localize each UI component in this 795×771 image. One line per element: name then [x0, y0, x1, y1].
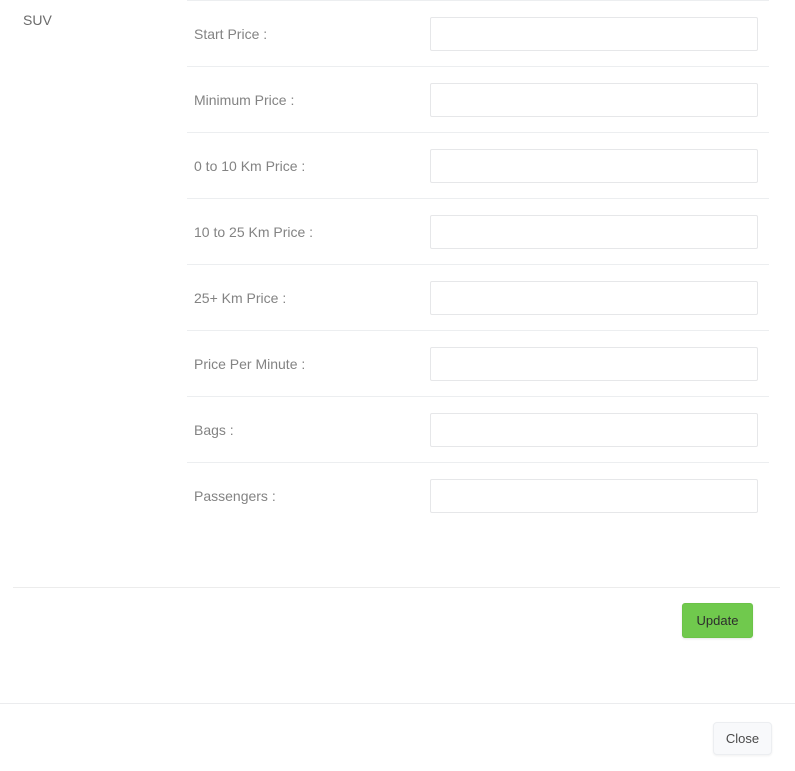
label-10-to-25-km-price: 10 to 25 Km Price : — [194, 223, 314, 240]
label-passengers: Passengers : — [194, 487, 276, 504]
form-row-minimum-price: Minimum Price : — [187, 66, 769, 132]
update-button[interactable]: Update — [682, 603, 753, 638]
form-row-bags: Bags : — [187, 396, 769, 462]
label-start-price: Start Price : — [194, 25, 268, 42]
input-bags[interactable] — [430, 412, 758, 447]
pricing-form: Start Price : Minimum Price : 0 to 10 Km P… — [187, 0, 769, 528]
label-minimum-price: Minimum Price : — [194, 91, 295, 108]
form-row-10-to-25-km-price: 10 to 25 Km Price : — [187, 198, 769, 264]
input-0-to-10-km-price[interactable] — [430, 148, 758, 183]
input-25-plus-km-price[interactable] — [430, 280, 758, 315]
input-minimum-price[interactable] — [430, 82, 758, 117]
input-passengers[interactable] — [430, 478, 758, 513]
vehicle-type-label: SUV — [23, 12, 52, 28]
label-0-to-10-km-price: 0 to 10 Km Price : — [194, 157, 306, 174]
label-bags: Bags : — [194, 421, 234, 438]
form-row-25-plus-km-price: 25+ Km Price : — [187, 264, 769, 330]
form-row-price-per-minute: Price Per Minute : — [187, 330, 769, 396]
form-footer-divider — [13, 587, 780, 588]
form-row-0-to-10-km-price: 0 to 10 Km Price : — [187, 132, 769, 198]
label-25-plus-km-price: 25+ Km Price : — [194, 289, 287, 306]
form-row-passengers: Passengers : — [187, 462, 769, 528]
modal-footer-divider — [0, 703, 795, 704]
input-10-to-25-km-price[interactable] — [430, 214, 758, 249]
form-row-start-price: Start Price : — [187, 0, 769, 66]
input-start-price[interactable] — [430, 16, 758, 51]
input-price-per-minute[interactable] — [430, 346, 758, 381]
close-button[interactable]: Close — [713, 722, 772, 755]
label-price-per-minute: Price Per Minute : — [194, 355, 306, 372]
